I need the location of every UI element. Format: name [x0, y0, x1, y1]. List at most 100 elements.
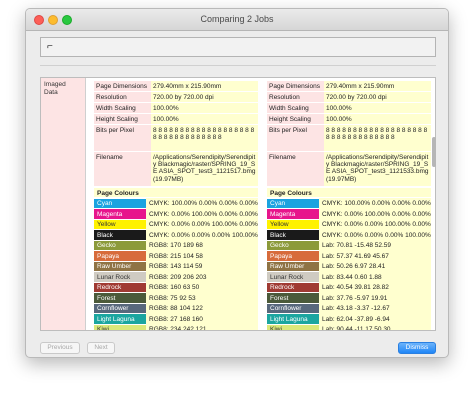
- job-a-column: Page Dimensions 279.40mm x 215.90mm Reso…: [94, 78, 258, 330]
- colour-value: RGB8: 234 242 121: [146, 324, 258, 330]
- colour-row: Papaya Lab: 57.37 41.69 45.67: [267, 250, 431, 261]
- colour-row: Yellow CMYK: 0.00% 0.00% 100.00% 0.00%: [267, 219, 431, 230]
- colour-value: RGB8: 75 92 53: [146, 292, 258, 303]
- colour-swatch: Papaya: [94, 251, 146, 261]
- field-label: Height Scaling: [267, 114, 324, 124]
- colour-value: Lab: 43.18 -3.37 -12.67: [319, 303, 431, 314]
- next-button[interactable]: Next: [87, 342, 115, 354]
- colour-row: Papaya RGB8: 215 104 58: [94, 250, 258, 261]
- field-value: 279.40mm x 215.90mm: [324, 81, 431, 91]
- colour-value: CMYK: 100.00% 0.00% 0.00% 0.00%: [319, 198, 431, 209]
- colour-value: Lab: 62.04 -37.89 -6.94: [319, 313, 431, 324]
- colour-swatch: Redrock: [267, 282, 319, 292]
- field-label: Bits per Pixel: [94, 125, 151, 151]
- colour-value: RGB8: 143 114 59: [146, 261, 258, 272]
- toolbar-field[interactable]: ⌐: [40, 37, 436, 57]
- field-label: Bits per Pixel: [267, 125, 324, 151]
- colour-swatch: Cornflower: [94, 303, 146, 313]
- colour-value: Lab: 70.81 -15.48 52.59: [319, 240, 431, 251]
- colour-value: Lab: 57.37 41.69 45.67: [319, 250, 431, 261]
- colour-swatch: Raw Umber: [94, 261, 146, 271]
- field-value: /Applications/Serendipity/Serendipity Bl…: [324, 152, 431, 186]
- section-label: Imaged Data: [44, 81, 66, 96]
- colour-value: Lab: 40.54 39.81 28.82: [319, 282, 431, 293]
- colour-value: RGB8: 160 63 50: [146, 282, 258, 293]
- colour-swatch: Cornflower: [267, 303, 319, 313]
- colour-value: RGB8: 170 189 68: [146, 240, 258, 251]
- colour-swatch: Lunar Rock: [94, 272, 146, 282]
- column-divider: [85, 78, 86, 330]
- field-label: Page Dimensions: [267, 81, 324, 91]
- divider: [40, 65, 436, 66]
- row-width-scaling: Width Scaling 100.00%: [94, 103, 258, 113]
- colour-value: CMYK: 100.00% 0.00% 0.00% 0.00%: [146, 198, 258, 209]
- previous-button[interactable]: Previous: [40, 342, 80, 354]
- field-label: Height Scaling: [94, 114, 151, 124]
- colour-value: CMYK: 0.00% 0.00% 100.00% 0.00%: [146, 219, 258, 230]
- row-bits-per-pixel: Bits per Pixel 8 8 8 8 8 8 8 8 8 8 8 8 8…: [267, 125, 431, 151]
- colour-value: Lab: 83.44 0.60 1.88: [319, 271, 431, 282]
- colour-value: Lab: 50.26 6.97 28.41: [319, 261, 431, 272]
- colour-swatch: Gecko: [267, 240, 319, 250]
- colour-value: CMYK: 0.00% 0.00% 0.00% 100.00%: [146, 229, 258, 240]
- field-label: Page Dimensions: [94, 81, 151, 91]
- field-value: 100.00%: [151, 114, 258, 124]
- colour-swatch: Lunar Rock: [267, 272, 319, 282]
- colour-swatch: Light Laguna: [94, 314, 146, 324]
- colour-row: Magenta CMYK: 0.00% 100.00% 0.00% 0.00%: [94, 208, 258, 219]
- colour-row: Cyan CMYK: 100.00% 0.00% 0.00% 0.00%: [94, 198, 258, 209]
- wrench-icon[interactable]: ⌐: [47, 41, 53, 52]
- row-filename: Filename /Applications/Serendipity/Seren…: [267, 152, 431, 186]
- field-value: 100.00%: [324, 103, 431, 113]
- colour-row: Kiwi RGB8: 234 242 121: [94, 324, 258, 330]
- colour-row: Black CMYK: 0.00% 0.00% 0.00% 100.00%: [267, 229, 431, 240]
- colour-value: CMYK: 0.00% 0.00% 0.00% 100.00%: [319, 229, 431, 240]
- row-height-scaling: Height Scaling 100.00%: [267, 114, 431, 124]
- section-label-column: Imaged Data: [41, 78, 85, 330]
- colour-swatch: Redrock: [94, 282, 146, 292]
- vertical-scrollbar[interactable]: [432, 77, 436, 331]
- row-height-scaling: Height Scaling 100.00%: [94, 114, 258, 124]
- window-title: Comparing 2 Jobs: [200, 14, 274, 24]
- colour-swatch: Forest: [267, 293, 319, 303]
- field-value: /Applications/Serendipity/Serendipity Bl…: [151, 152, 258, 186]
- colour-row: Forest Lab: 37.76 -5.97 19.91: [267, 292, 431, 303]
- colour-row: Gecko RGB8: 170 189 68: [94, 240, 258, 251]
- page-colours-header: Page Colours: [94, 188, 258, 197]
- field-value: 100.00%: [324, 114, 431, 124]
- scrollbar-thumb[interactable]: [432, 137, 436, 167]
- colour-row: Raw Umber RGB8: 143 114 59: [94, 261, 258, 272]
- colour-swatch: Magenta: [267, 209, 319, 219]
- colour-value: CMYK: 0.00% 100.00% 0.00% 0.00%: [319, 208, 431, 219]
- colour-swatch: Kiwi: [94, 324, 146, 330]
- colour-row: Raw Umber Lab: 50.26 6.97 28.41: [267, 261, 431, 272]
- job-b-column: Page Dimensions 279.40mm x 215.90mm Reso…: [267, 78, 431, 330]
- colour-row: Lunar Rock RGB8: 209 206 203: [94, 271, 258, 282]
- colour-swatch: Raw Umber: [267, 261, 319, 271]
- field-value: 720.00 by 720.00 dpi: [324, 92, 431, 102]
- field-label: Resolution: [267, 92, 324, 102]
- colour-row: Magenta CMYK: 0.00% 100.00% 0.00% 0.00%: [267, 208, 431, 219]
- field-value: 8 8 8 8 8 8 8 8 8 8 8 8 8 8 8 8 8 8 8 8 …: [324, 125, 431, 151]
- colour-row: Cornflower Lab: 43.18 -3.37 -12.67: [267, 303, 431, 314]
- dismiss-button[interactable]: Dismiss: [398, 342, 436, 354]
- colour-swatch: Light Laguna: [267, 314, 319, 324]
- colour-row: Lunar Rock Lab: 83.44 0.60 1.88: [267, 271, 431, 282]
- field-label: Resolution: [94, 92, 151, 102]
- comparison-table: Imaged Data Page Dimensions 279.40mm x 2…: [40, 77, 436, 331]
- field-value: 720.00 by 720.00 dpi: [151, 92, 258, 102]
- colour-value: Lab: 37.76 -5.97 19.91: [319, 292, 431, 303]
- colour-swatch: Black: [267, 230, 319, 240]
- colour-row: Yellow CMYK: 0.00% 0.00% 100.00% 0.00%: [94, 219, 258, 230]
- colour-swatch: Cyan: [267, 198, 319, 208]
- colour-value: CMYK: 0.00% 100.00% 0.00% 0.00%: [146, 208, 258, 219]
- colour-swatch: Black: [94, 230, 146, 240]
- colour-row: Redrock Lab: 40.54 39.81 28.82: [267, 282, 431, 293]
- colour-swatch: Gecko: [94, 240, 146, 250]
- row-page-dimensions: Page Dimensions 279.40mm x 215.90mm: [267, 81, 431, 91]
- colour-swatch: Forest: [94, 293, 146, 303]
- colour-row: Gecko Lab: 70.81 -15.48 52.59: [267, 240, 431, 251]
- colour-row: Black CMYK: 0.00% 0.00% 0.00% 100.00%: [94, 229, 258, 240]
- title-bar: Comparing 2 Jobs: [26, 9, 448, 31]
- colour-swatch: Yellow: [267, 219, 319, 229]
